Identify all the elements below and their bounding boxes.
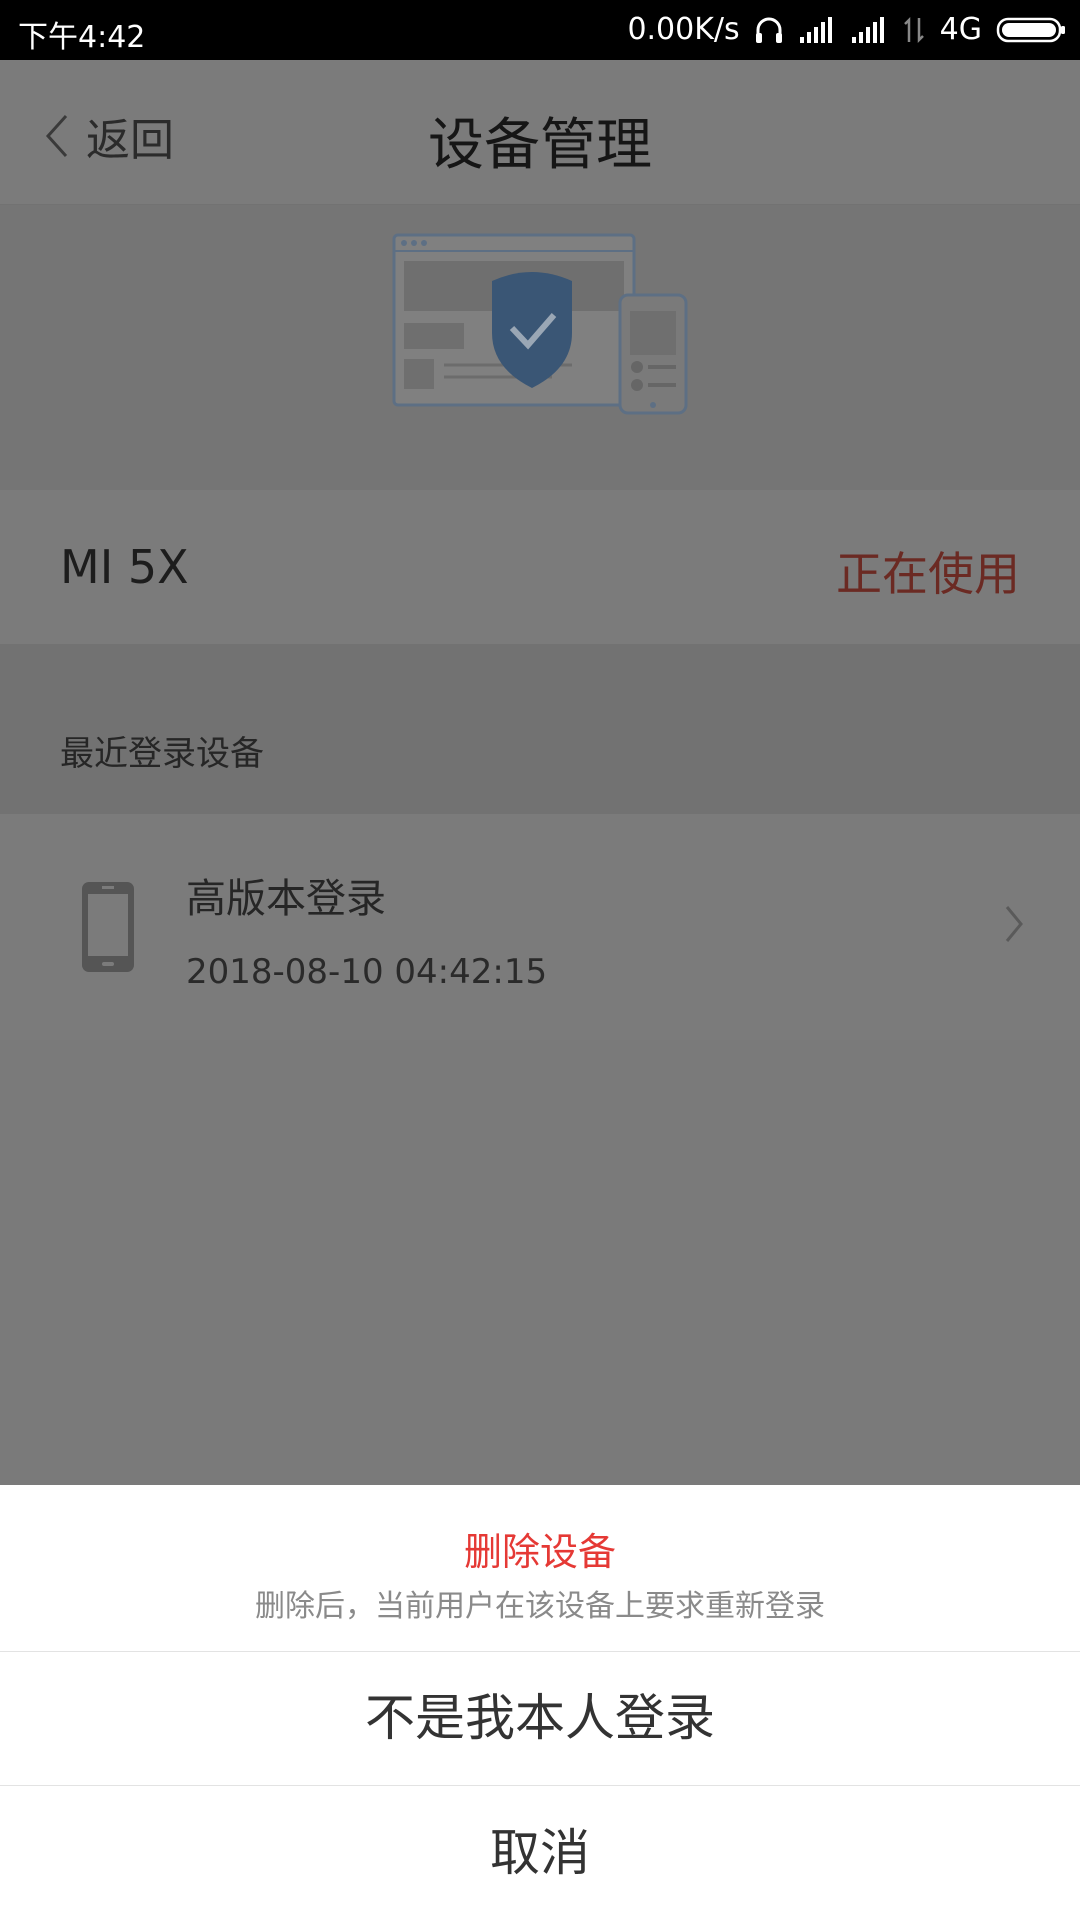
sheet-header: 删除设备 删除后，当前用户在该设备上要求重新登录 [0,1485,1080,1652]
chevron-right-icon [1005,906,1023,942]
signal-2-icon [850,16,888,43]
device-security-illustration [392,233,688,415]
cancel-button[interactable]: 取消 [0,1786,1080,1920]
status-time: 下午4:42 [18,20,146,55]
not-me-button[interactable]: 不是我本人登录 [0,1651,1080,1786]
status-icons: 0.00K/s 4G [627,12,1066,47]
sheet-subtitle: 删除后，当前用户在该设备上要求重新登录 [255,1589,825,1624]
hero-illustration [0,205,1080,490]
net-speed: 0.00K/s [627,12,740,47]
section-label: 最近登录设备 [60,734,264,774]
sheet-title: 删除设备 [463,1530,616,1574]
battery-icon [996,16,1066,44]
current-device-status: 正在使用 [836,547,1020,601]
app-header: 返回 设备管理 [0,60,1080,205]
network-type: 4G [939,12,982,47]
headphones-icon [754,15,784,45]
current-device-name: MI 5X [60,540,189,594]
recent-devices-section: 最近登录设备 [0,644,1080,814]
device-name: 高版本登录 [186,876,386,922]
device-login-time: 2018-08-10 04:42:15 [186,952,548,992]
current-device-row: MI 5X 正在使用 [0,490,1080,644]
signal-1-icon [798,16,836,43]
status-bar: 下午4:42 0.00K/s 4G [0,0,1080,60]
list-item[interactable]: 高版本登录 2018-08-10 04:42:15 [0,814,1080,1040]
action-sheet: 删除设备 删除后，当前用户在该设备上要求重新登录 不是我本人登录 取消 [0,1485,1080,1920]
data-arrows-icon [902,16,926,44]
phone-icon [82,882,134,972]
page-title: 设备管理 [428,113,652,178]
